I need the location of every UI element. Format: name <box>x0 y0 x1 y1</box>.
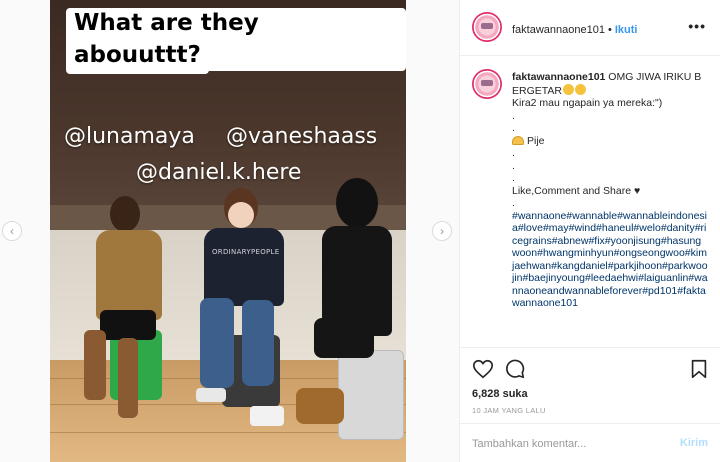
caption-dot: . <box>512 159 515 172</box>
comment-input[interactable] <box>472 435 662 453</box>
mention-lunamaya[interactable]: @lunamaya <box>64 124 195 149</box>
crying-face-icon <box>574 83 586 95</box>
taco-icon <box>512 135 524 145</box>
caption-pije: Pije <box>527 134 545 147</box>
post-modal: ORDINARYPEOPLE What are they discussing … <box>0 0 720 462</box>
avatar[interactable] <box>472 12 502 42</box>
follow-button[interactable]: Ikuti <box>615 24 638 36</box>
more-horizontal-icon[interactable]: ••• <box>688 18 706 34</box>
mention-vaneshaass[interactable]: @vaneshaass <box>226 124 377 149</box>
caption-line2: Kira2 mau ngapain ya mereka:") <box>512 97 663 109</box>
bookmark-icon[interactable] <box>688 358 710 380</box>
caption-username[interactable]: faktawannaone101 <box>512 71 605 83</box>
add-comment-section: Kirim <box>460 423 720 462</box>
sweater-print: ORDINARYPEOPLE <box>212 248 280 256</box>
caption-avatar[interactable] <box>472 69 502 99</box>
post-header: faktawannaone101 • Ikuti ••• <box>460 0 720 56</box>
chevron-right-icon[interactable]: › <box>432 221 452 241</box>
caption-dot: . <box>512 197 515 209</box>
caption-text: faktawannaone101 OMG JIWA IRIKU BERGETAR… <box>512 71 708 310</box>
post-photo[interactable]: ORDINARYPEOPLE What are they discussing … <box>50 0 406 462</box>
person-left <box>70 190 190 440</box>
caption-dot: . <box>512 172 515 184</box>
header-user-row: faktawannaone101 • Ikuti <box>512 20 637 38</box>
header-separator: • <box>607 24 612 36</box>
caption-cta: Like,Comment and Share <box>512 184 632 197</box>
mention-daniel[interactable]: @daniel.k.here <box>136 160 301 185</box>
person-right <box>288 178 406 448</box>
caption-dot: . <box>512 122 515 134</box>
post-media-area: ORDINARYPEOPLE What are they discussing … <box>0 0 460 462</box>
chevron-left-icon[interactable]: ‹ <box>2 221 22 241</box>
caption-dot: . <box>512 109 515 122</box>
post-comment-button[interactable]: Kirim <box>680 437 708 449</box>
header-username[interactable]: faktawannaone101 <box>512 24 605 36</box>
post-actions: 6,828 suka 10 JAM YANG LALU <box>460 347 720 429</box>
caption-dot: . <box>512 147 515 159</box>
heart-icon[interactable] <box>472 358 494 380</box>
crying-face-icon <box>562 83 574 95</box>
post-timestamp[interactable]: 10 JAM YANG LALU <box>472 406 546 415</box>
post-side-panel: faktawannaone101 • Ikuti ••• faktawannaone… <box>460 0 720 462</box>
caption-hashtags[interactable]: #wannaone#wannable#wannableindonesia#lov… <box>512 210 708 310</box>
likes-count[interactable]: 6,828 suka <box>472 388 528 400</box>
likes-label: suka <box>502 388 528 400</box>
comments-section: faktawannaone101 OMG JIWA IRIKU BERGETAR… <box>460 57 720 347</box>
comment-icon[interactable] <box>504 358 526 380</box>
black-heart-icon: ♥ <box>634 184 641 197</box>
likes-number: 6,828 <box>472 388 500 400</box>
story-title-line2: abouuttt? <box>66 40 209 74</box>
